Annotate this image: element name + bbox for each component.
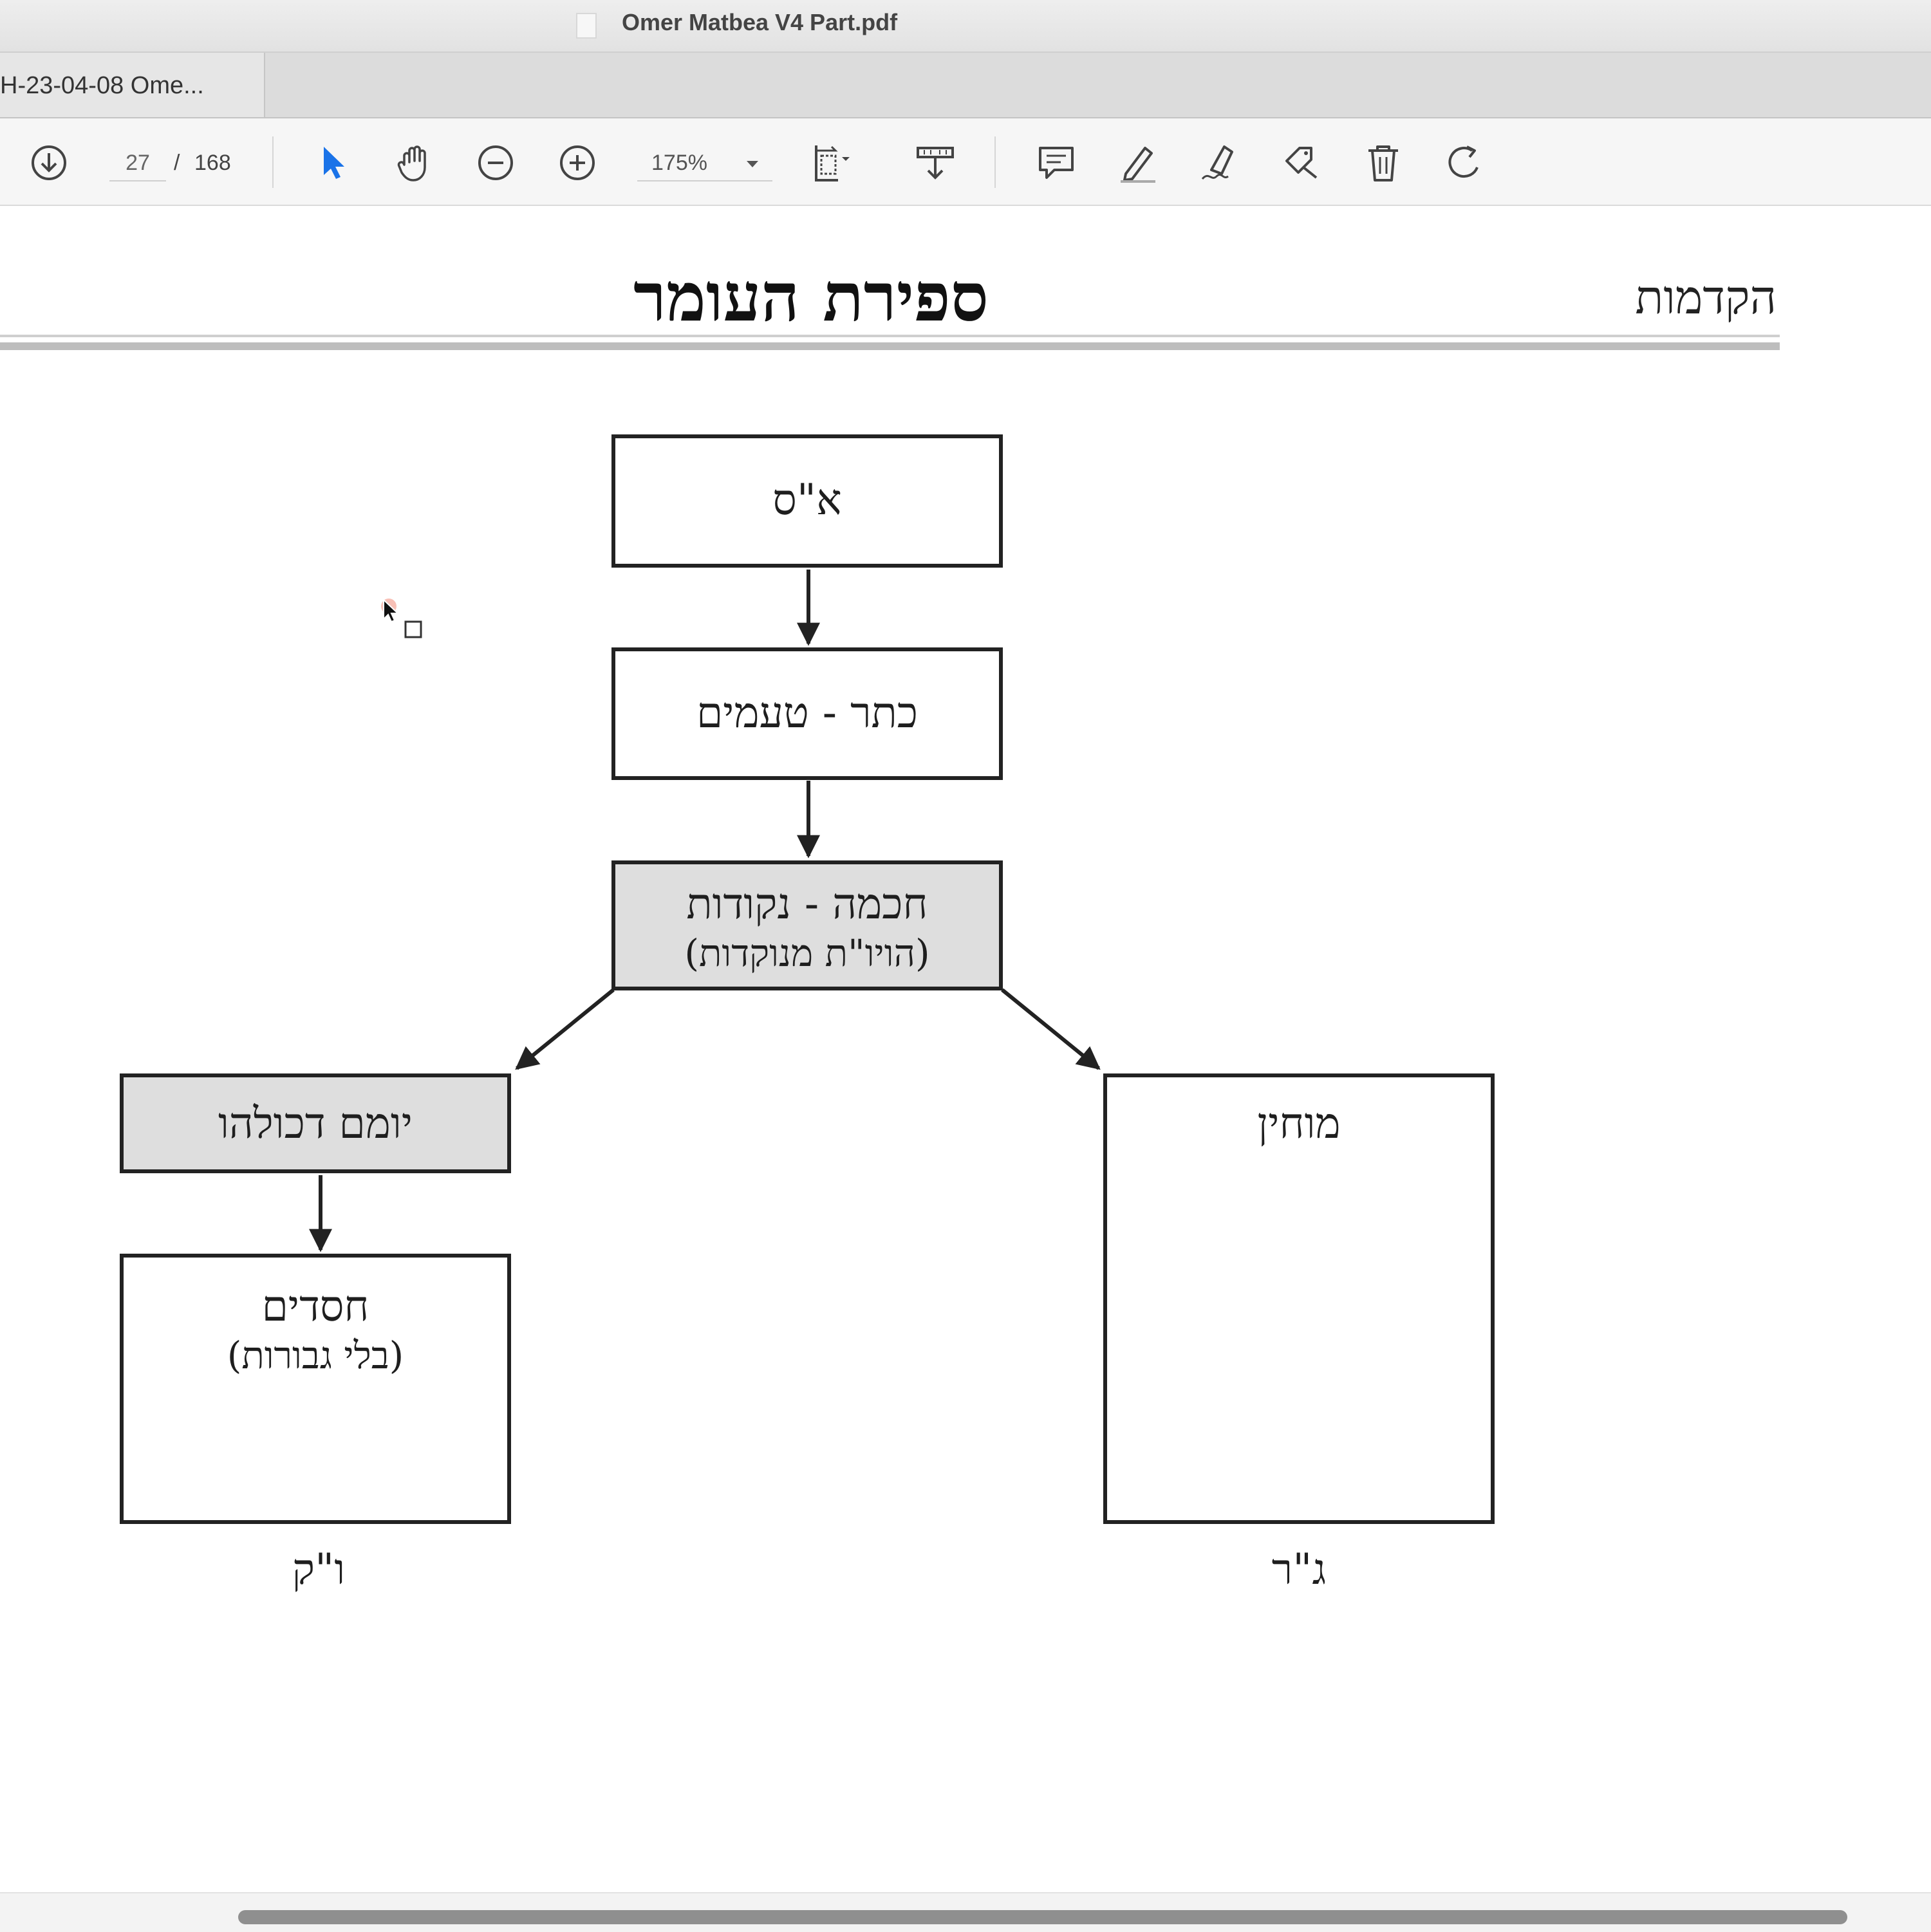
window-title: Omer Matbea V4 Part.pdf [621,9,898,35]
trash-icon[interactable] [1360,140,1406,186]
diagram-node-yomam: יומם דכולהו [120,1073,511,1173]
zoom-out-icon[interactable] [472,140,519,186]
diagram-node-chassadim: חסדים (בלי גבורות) [120,1254,511,1524]
tab-document[interactable]: H-23-04-08 Ome... [0,53,265,117]
zoom-in-icon[interactable] [554,140,601,186]
chevron-down-icon [747,161,758,167]
toolbar: 27 / 168 175% [0,118,1931,206]
page-total: 168 [194,151,231,175]
scroll-mode-icon[interactable] [912,140,958,186]
page-fit-icon[interactable] [808,140,854,186]
download-icon[interactable] [26,140,72,186]
node-label: כתר - טעמים [696,688,919,738]
node-label: א"ס [772,475,842,525]
node-label: יומם דכולהו [218,1099,413,1148]
page-number-input[interactable]: 27 [109,145,166,181]
diagram-node-keter: כתר - טעמים [611,647,1003,780]
toolbar-divider [994,136,996,188]
rotate-icon[interactable] [1442,140,1488,186]
fill-sign-icon[interactable] [1197,140,1243,186]
diagram-node-chochma: חכמה - נקודות (הויו"ת מנוקדות) [611,860,1003,990]
toolbar-divider [272,136,274,188]
comment-icon[interactable] [1033,140,1079,186]
zoom-level-select[interactable]: 175% [637,145,772,181]
window-title-bar: Omer Matbea V4 Part.pdf [0,0,1931,53]
node-label: חסדים [261,1281,369,1331]
caption-left: ו"ק [292,1545,346,1594]
horizontal-scrollbar[interactable] [0,1892,1931,1932]
diagram-node-ein-sof: א"ס [611,434,1003,568]
stamp-icon[interactable] [1278,140,1325,186]
pdf-page: הקדמות ספירת העומר א"ס כתר - טעמים חכמה … [0,206,1931,1892]
zoom-level-value: 175% [651,151,707,175]
node-label: מוחין [1257,1099,1341,1148]
caption-right: ג"ר [1271,1545,1327,1594]
page-separator: / [174,151,180,175]
hand-tool-icon[interactable] [391,140,437,186]
node-sublabel: (בלי גבורות) [227,1333,404,1377]
arrow-chochma-to-yomam [515,988,615,1070]
selection-arrow-icon[interactable] [309,140,355,186]
arrow-chochma-to-mochin [1001,988,1101,1070]
mouse-cursor-icon [381,599,422,638]
highlight-pen-icon[interactable] [1115,140,1161,186]
scrollbar-thumb[interactable] [238,1910,1847,1924]
node-label: חכמה - נקודות [686,879,928,929]
diagram-node-mochin: מוחין [1103,1073,1495,1524]
tab-label: H-23-04-08 Ome... [0,72,204,99]
tab-bar: H-23-04-08 Ome... [0,53,1931,118]
node-sublabel: (הויו"ת מנוקדות) [684,931,930,975]
